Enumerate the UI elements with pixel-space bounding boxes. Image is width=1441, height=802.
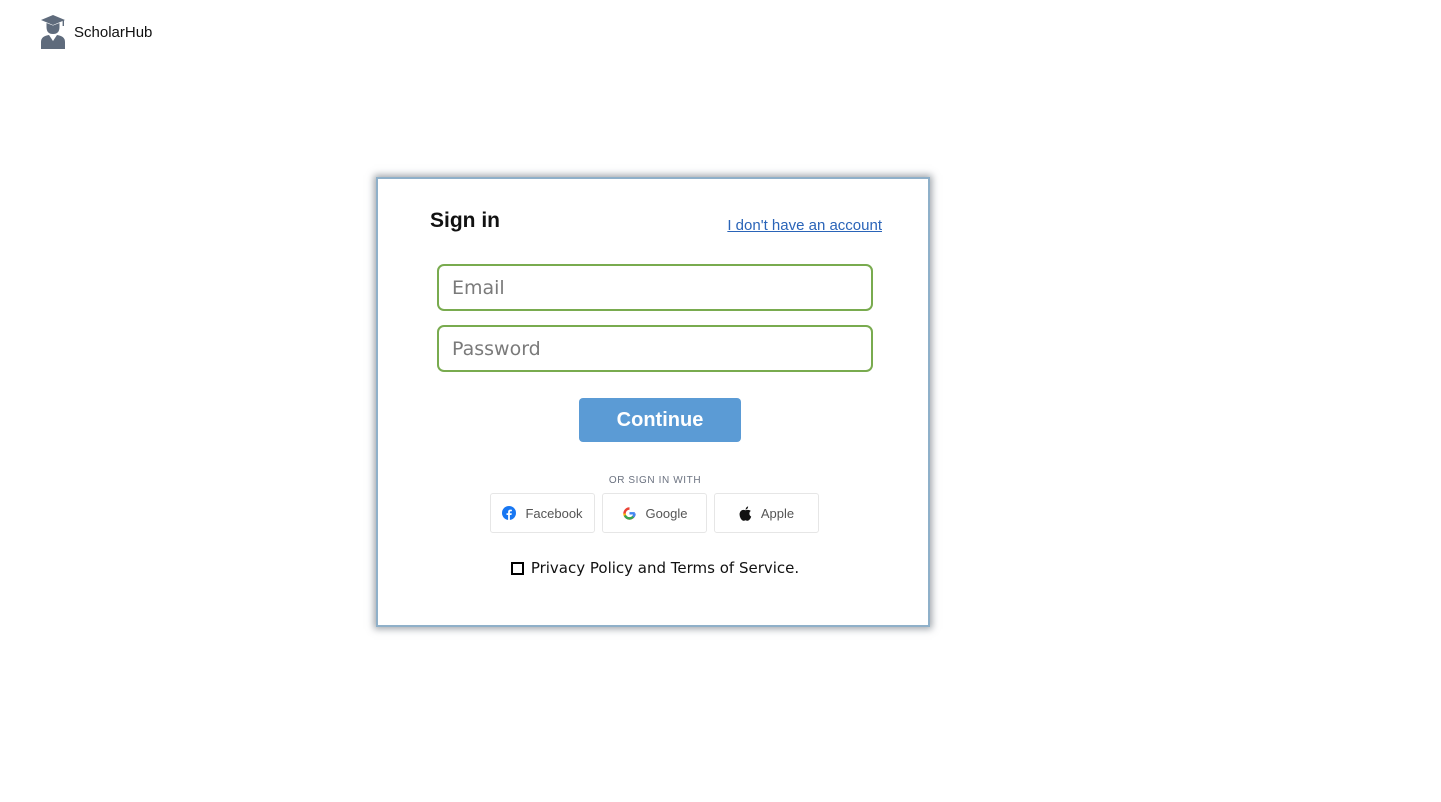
facebook-label: Facebook [525,505,583,521]
facebook-icon [502,506,517,520]
facebook-sign-in-button[interactable]: Facebook [490,493,595,533]
terms-row: Privacy Policy and Terms of Service. [378,559,932,577]
sign-in-title: Sign in [430,209,500,232]
terms-text: Privacy Policy and Terms of Service. [530,559,800,577]
google-label: Google [645,505,688,521]
or-sign-in-with-label: OR SIGN IN WITH [608,475,702,486]
apple-icon [739,505,752,521]
graduate-student-icon [41,15,65,49]
google-sign-in-button[interactable]: Google [602,493,707,533]
sign-in-card: Sign in I don't have an account Continue… [376,177,930,627]
continue-button[interactable]: Continue [579,398,741,442]
terms-checkbox[interactable] [510,561,524,575]
apple-sign-in-button[interactable]: Apple [714,493,819,533]
no-account-link[interactable]: I don't have an account [727,217,882,234]
apple-label: Apple [760,505,795,521]
social-sign-in-row: Facebook Google Apple [490,493,819,533]
password-field[interactable] [437,325,873,372]
brand-name: ScholarHub [74,23,153,41]
email-field[interactable] [437,264,873,311]
brand-header: ScholarHub [40,15,152,49]
google-icon [622,506,636,520]
